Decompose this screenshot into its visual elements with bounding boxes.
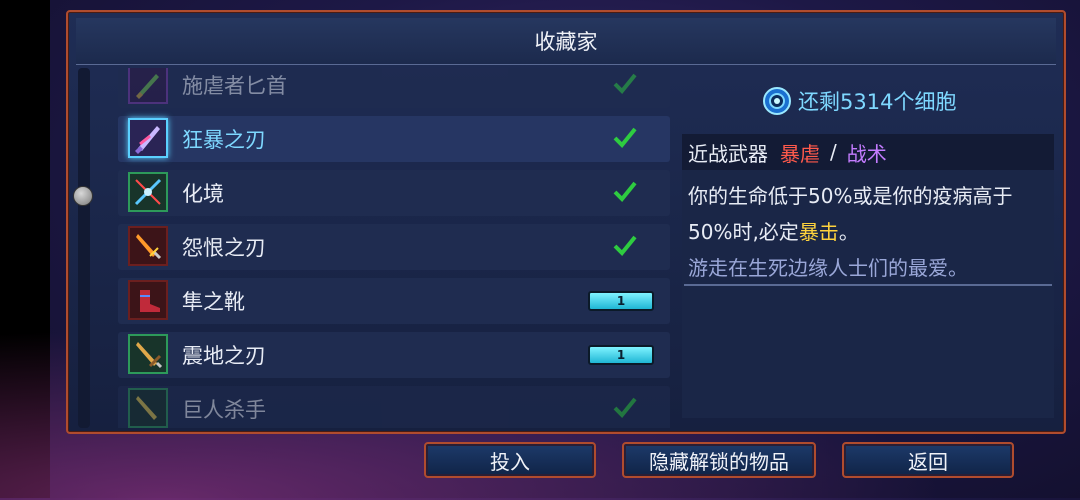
item-name: 怨恨之刃 <box>182 236 266 260</box>
invest-button[interactable]: 投入 <box>424 442 596 478</box>
check-icon <box>613 397 637 418</box>
cells-remaining-text: 还剩5314个细胞 <box>798 90 957 114</box>
item-list[interactable]: 施虐者匕首 狂暴之刃 化境 怨恨之刃 隼之靴 1 震地之刃 1 巨人杀手 <box>78 68 672 428</box>
list-item[interactable]: 巨人杀手 <box>118 386 670 428</box>
list-item[interactable]: 震地之刃 1 + <box>118 332 670 378</box>
cells-counter: 还剩5314个细胞 <box>762 84 982 118</box>
check-icon <box>613 73 637 94</box>
flavor-text: 游走在生死边缘人士们的最爱。 <box>688 256 968 280</box>
detail-divider <box>684 284 1052 286</box>
list-item-selected[interactable]: 狂暴之刃 <box>118 116 670 162</box>
giant-killer-icon <box>128 388 168 428</box>
check-icon <box>613 235 637 256</box>
cell-cost-bar: 1 <box>588 291 654 311</box>
greatsword-icon <box>128 334 168 374</box>
desc-text-end: 。 <box>838 220 859 244</box>
detail-header: 近战武器 暴虐 / 战术 <box>682 134 1054 170</box>
desc-crit-keyword: 暴击 <box>798 220 839 244</box>
boots-icon <box>128 280 168 320</box>
cell-cost-bar: 1 <box>588 345 654 365</box>
back-button[interactable]: 返回 <box>842 442 1014 478</box>
item-name: 巨人杀手 <box>182 398 266 422</box>
item-name: 施虐者匕首 <box>182 74 287 98</box>
scroll-knob[interactable] <box>73 186 93 206</box>
item-name: 震地之刃 <box>182 344 266 368</box>
list-item[interactable]: 隼之靴 1 + <box>118 278 670 324</box>
check-icon <box>613 181 637 202</box>
cell-icon <box>763 87 791 115</box>
panel-title: 收藏家 <box>76 18 1056 65</box>
check-icon <box>613 127 637 148</box>
sword-icon <box>128 226 168 266</box>
scroll-track[interactable] <box>78 68 90 428</box>
blade-icon <box>128 118 168 158</box>
tag-tactics: 战术 <box>846 141 887 166</box>
item-name: 化境 <box>182 182 224 206</box>
item-detail-panel: 近战武器 暴虐 / 战术 你的生命低于50%或是你的疫病高于50%时,必定暴击。… <box>682 134 1054 418</box>
tag-brutality: 暴虐 <box>780 141 820 166</box>
item-description: 你的生命低于50%或是你的疫病高于50%时,必定暴击。 游走在生死边缘人士们的最… <box>682 170 1054 286</box>
tag-separator: / <box>830 140 837 164</box>
item-name: 狂暴之刃 <box>182 128 266 152</box>
list-item[interactable]: 施虐者匕首 <box>118 68 670 108</box>
item-category: 近战武器 <box>688 141 768 166</box>
list-item[interactable]: 化境 <box>118 170 670 216</box>
dagger-icon <box>128 68 168 104</box>
item-name: 隼之靴 <box>182 290 245 314</box>
hide-unlocked-button[interactable]: 隐藏解锁的物品 <box>622 442 816 478</box>
spear-icon <box>128 172 168 212</box>
list-item[interactable]: 怨恨之刃 <box>118 224 670 270</box>
